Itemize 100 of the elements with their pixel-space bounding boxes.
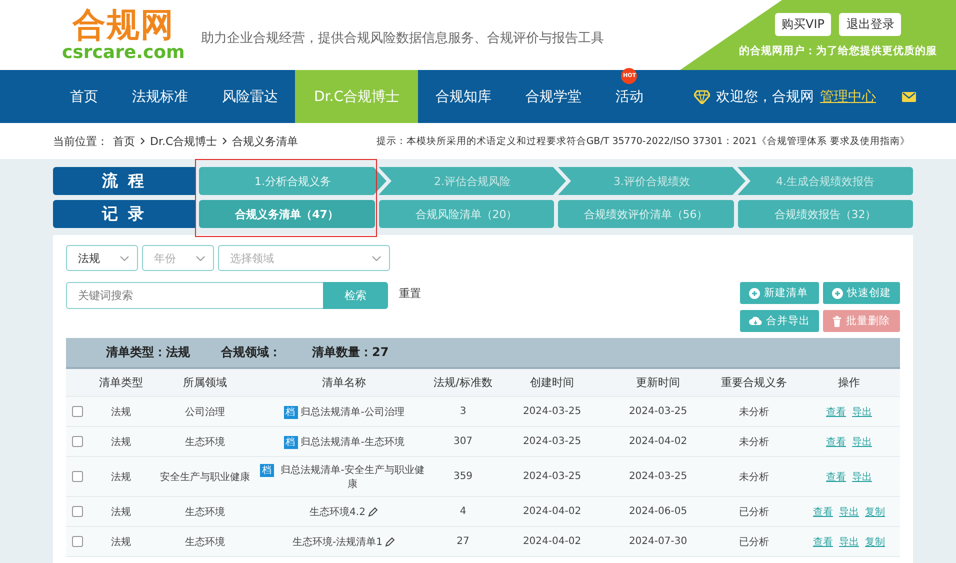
column-header: 更新时间 (635, 375, 681, 390)
table-cell-text: 2024-04-02 (522, 536, 582, 547)
chevron-down-icon (196, 256, 205, 260)
merge-export-button[interactable]: 合并导出 (740, 310, 819, 332)
nav-item[interactable]: 活动 (598, 88, 660, 106)
list-name: 生态环境4.2 (310, 506, 366, 518)
quick-create-button[interactable]: 快速创建 (823, 282, 900, 304)
dropdown-select[interactable]: 年份 (142, 245, 214, 271)
dropdown-select[interactable]: 选择领域 (218, 245, 390, 271)
table-cell-text: 2024-03-25 (628, 471, 688, 482)
row-action-link[interactable]: 查看 (826, 434, 846, 448)
column-header: 清单类型 (98, 375, 144, 390)
table-cell-text: 公司治理 (184, 406, 226, 418)
table-cell-text: 2024-03-25 (522, 471, 582, 482)
table-cell-text: 未分析 (738, 436, 770, 448)
buy-vip-button[interactable]: 购买VIP (774, 12, 832, 36)
table-cell-text: 2024-07-30 (628, 536, 688, 547)
row-action-link[interactable]: 查看 (826, 470, 846, 484)
row-action-link[interactable]: 查看 (813, 534, 833, 548)
table-cell-text: 法规 (110, 470, 132, 484)
chevron-down-icon (372, 256, 381, 260)
row-action-link[interactable]: 导出 (839, 504, 859, 518)
table-cell-text: 4 (458, 506, 468, 517)
row-action-link[interactable]: 复制 (865, 504, 885, 518)
nav-item[interactable]: 合规知库 (418, 88, 508, 106)
select-value: 法规 (78, 250, 100, 266)
chevron-icon (140, 137, 145, 145)
process-step[interactable]: 2.评估合规风险 (378, 167, 566, 195)
table-cell-text: 生态环境 (184, 536, 226, 548)
table-cell-text: 已分析 (738, 506, 770, 518)
row-action-link[interactable]: 导出 (852, 404, 872, 418)
process-step[interactable]: 3.评价合规绩效 (558, 167, 746, 195)
table-cell-text: 生态环境 (184, 506, 226, 518)
notice-text: 的合规网用户：为了给您提供更优质的服 (739, 44, 937, 58)
search-button[interactable]: 检索 (323, 282, 388, 309)
row-action-link[interactable]: 查看 (826, 404, 846, 418)
logout-button[interactable]: 退出登录 (839, 12, 902, 36)
row-action-link[interactable]: 查看 (813, 504, 833, 518)
table-cell-text: 安全生产与职业健康 (159, 470, 251, 484)
record-tab[interactable]: 合规义务清单（47） (199, 200, 374, 228)
row-checkbox[interactable] (72, 536, 83, 547)
archive-tag: 档 (260, 464, 274, 476)
row-action-link[interactable]: 导出 (852, 470, 872, 484)
process-step[interactable]: 4.生成合规绩效报告 (738, 167, 913, 195)
admin-link[interactable]: 管理中心 (820, 88, 876, 106)
site-slogan: 助力企业合规经营，提供合规风险数据信息服务、合规评价与报告工具 (200, 30, 604, 47)
record-tab[interactable]: 合规风险清单（20） (378, 200, 554, 228)
nav-item[interactable]: 合规学堂 (508, 88, 598, 106)
column-header: 所属领域 (182, 375, 228, 390)
plus-circle-icon (832, 288, 843, 298)
reset-link[interactable]: 重置 (399, 286, 421, 301)
table-cell-text: 2024-04-02 (628, 436, 688, 447)
table-cell-text: 307 (452, 436, 474, 447)
pencil-icon[interactable] (385, 536, 396, 546)
batch-delete-button[interactable]: 批量删除 (823, 310, 900, 332)
table-cell-text: 法规 (110, 506, 132, 518)
table-cell-text: 2024-04-02 (522, 506, 582, 517)
row-checkbox[interactable] (72, 406, 83, 417)
record-tab[interactable]: 合规绩效报告（32） (738, 200, 913, 228)
select-placeholder: 选择领域 (230, 250, 274, 266)
column-header: 重要合规义务 (720, 375, 788, 390)
table-cell-text: 2024-06-05 (628, 506, 688, 517)
row-action-link[interactable]: 导出 (839, 534, 859, 548)
nav-item[interactable]: 风险雷达 (205, 88, 295, 106)
archive-tag: 档 (284, 436, 298, 448)
list-name: 生态环境-法规清单1 (292, 536, 382, 548)
cloud-icon (749, 316, 762, 326)
row-action-link[interactable]: 复制 (865, 534, 885, 548)
row-checkbox[interactable] (72, 471, 83, 482)
breadcrumb-link[interactable]: 首页 (113, 134, 135, 148)
table-cell-text: 27 (456, 536, 470, 547)
logo-title[interactable]: 合规网 (72, 8, 174, 41)
column-header: 清单名称 (321, 375, 367, 390)
hint-text: 提示：本模块所采用的术语定义和过程要求符合GB/T 35770-2022/ISO 37301：2021《合规管理体系 要求及使用指南》 (376, 134, 910, 148)
new-list-button[interactable]: 新建清单 (740, 282, 819, 304)
record-tab[interactable]: 合规绩效评价清单（56） (558, 200, 734, 228)
breadcrumb-label: 当前位置： (53, 134, 108, 148)
plus-circle-icon (749, 288, 760, 298)
table-cell-text: 法规 (110, 536, 132, 548)
process-step[interactable]: 1.分析合规义务 (199, 167, 386, 195)
table-cell-text: 未分析 (738, 406, 770, 418)
pencil-icon[interactable] (368, 506, 378, 516)
flow-label: 流 程 (53, 167, 195, 195)
nav-item[interactable]: 首页 (53, 88, 115, 106)
row-checkbox[interactable] (72, 436, 83, 447)
summary-text: 清单数量：27 (312, 344, 389, 361)
logo-domain[interactable]: csrcare.com (62, 44, 185, 62)
mail-icon[interactable] (902, 92, 916, 102)
search-field[interactable]: 关键词搜索 (66, 282, 323, 309)
column-header: 法规/标准数 (432, 375, 494, 390)
dropdown-select[interactable]: 法规 (66, 245, 138, 271)
nav-item[interactable]: 法规标准 (115, 88, 205, 106)
nav-item[interactable]: Dr.C合规博士 (295, 70, 418, 123)
table-cell-text: 359 (452, 471, 474, 482)
row-action-link[interactable]: 导出 (852, 434, 872, 448)
row-checkbox[interactable] (72, 506, 83, 517)
list-name: 归总法规清单-安全生产与职业健康 (280, 464, 426, 490)
select-placeholder: 年份 (154, 250, 176, 266)
breadcrumb-link[interactable]: Dr.C合规博士 (150, 134, 218, 148)
diamond-icon (694, 90, 710, 104)
